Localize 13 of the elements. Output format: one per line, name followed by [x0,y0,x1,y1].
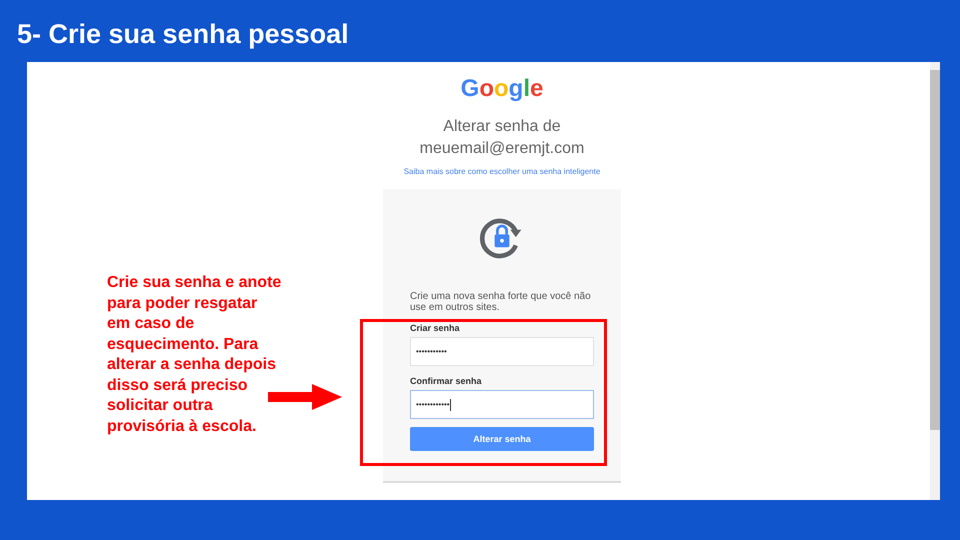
note-text: Crie sua senha e anote para poder resgatar em caso de esquecimento. Para alterar a senha depois disso será preciso solicitar outra provisória à escola. [107,273,282,436]
google-logo: Google [460,76,544,102]
help-link[interactable]: Saiba mais sobre como escolher uma senha inteligente [404,166,600,178]
password-field[interactable]: ••••••••••• [410,337,594,366]
intro-text: Crie uma nova senha forte que você não use em outros sites. [410,291,592,313]
slide-title: 5- Crie sua senha pessoal [17,18,349,50]
page-heading: Alterar senha de [443,117,561,137]
arrow-icon [268,384,342,410]
page-heading: meuemail@eremjt.com [420,139,584,159]
scrollbar[interactable] [930,62,940,500]
password-field[interactable]: •••••••••••• [410,390,594,419]
field-label: Criar senha [410,322,461,334]
field-label: Confirmar senha [410,375,483,387]
